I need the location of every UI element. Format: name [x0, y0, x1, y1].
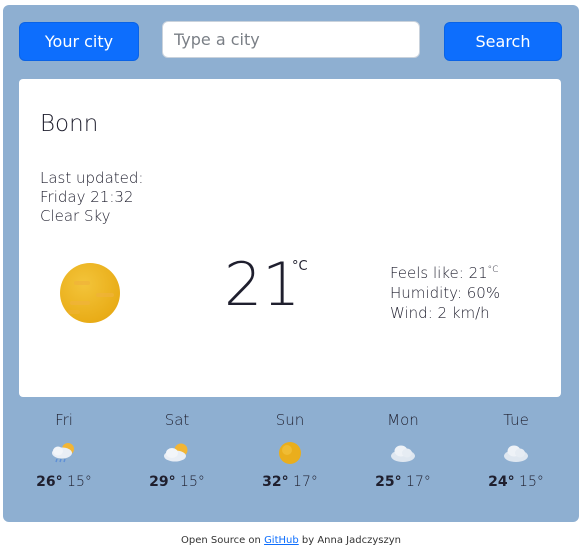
weather-details: Feels like: 21°C Humidity: 60% Wind: 2 k…	[390, 260, 500, 323]
forecast-high: 32°	[262, 474, 289, 490]
forecast-temps: 29° 15°	[132, 474, 222, 490]
city-search-input[interactable]	[162, 21, 420, 58]
wind: Wind: 2 km/h	[390, 304, 490, 322]
forecast-low: 17°	[293, 474, 318, 490]
last-updated-time: Friday 21:32	[40, 188, 134, 206]
forecast-temps: 32° 17°	[245, 474, 335, 490]
sun-icon	[279, 442, 301, 464]
temperature-unit: °C	[292, 259, 308, 274]
forecast-day: Fri 26° 15°	[19, 410, 109, 490]
footer: Open Source on GitHub by Anna Jadczyszyn	[0, 535, 582, 546]
forecast-day: Sat 29° 15°	[132, 410, 222, 490]
current-temperature: 21	[224, 250, 301, 320]
humidity: Humidity: 60%	[390, 284, 501, 302]
forecast-day-name: Mon	[387, 411, 419, 429]
cloud-icon	[504, 445, 528, 462]
forecast-low: 15°	[67, 474, 92, 490]
cloud-rain-sun-icon	[52, 443, 74, 463]
forecast-high: 24°	[488, 474, 515, 490]
forecast-day-name: Fri	[55, 411, 73, 429]
forecast-temps: 24° 15°	[471, 474, 561, 490]
forecast-day-name: Sun	[275, 411, 305, 429]
feels-like-unit: °C	[487, 265, 499, 275]
forecast-row: Fri 26° 15° Sat 29° 15° Sun 32° 17° Mon	[3, 410, 579, 510]
forecast-low: 17°	[406, 474, 431, 490]
temperature-display: 21 °C	[224, 245, 308, 325]
footer-prefix: Open Source on	[181, 535, 265, 546]
forecast-day-name: Tue	[503, 411, 529, 429]
city-name: Bonn	[40, 111, 99, 137]
condition-text: Clear Sky	[40, 207, 111, 225]
your-city-button[interactable]: Your city	[19, 22, 139, 61]
footer-suffix: by Anna Jadczyszyn	[298, 535, 401, 546]
forecast-low: 15°	[180, 474, 205, 490]
forecast-high: 29°	[149, 474, 176, 490]
cloud-sun-icon	[164, 443, 188, 462]
cloud-icon	[391, 445, 415, 462]
feels-like-value: 21	[468, 264, 488, 282]
forecast-temps: 25° 17°	[358, 474, 448, 490]
forecast-low: 15°	[519, 474, 544, 490]
search-button[interactable]: Search	[444, 22, 562, 61]
forecast-day: Tue 24° 15°	[471, 410, 561, 490]
feels-like: Feels like: 21°C	[390, 260, 500, 283]
forecast-high: 26°	[36, 474, 63, 490]
last-updated-label: Last updated:	[40, 169, 144, 187]
weather-description: Last updated: Friday 21:32 Clear Sky	[40, 169, 143, 226]
github-link[interactable]: GitHub	[264, 535, 299, 546]
forecast-day: Sun 32° 17°	[245, 410, 335, 490]
forecast-day: Mon 25° 17°	[358, 410, 448, 490]
feels-like-label: Feels like:	[390, 264, 469, 282]
forecast-day-name: Sat	[164, 411, 190, 429]
forecast-high: 25°	[375, 474, 402, 490]
forecast-temps: 26° 15°	[19, 474, 109, 490]
sun-icon	[60, 263, 120, 323]
current-weather-card: Bonn Last updated: Friday 21:32 Clear Sk…	[19, 79, 561, 397]
